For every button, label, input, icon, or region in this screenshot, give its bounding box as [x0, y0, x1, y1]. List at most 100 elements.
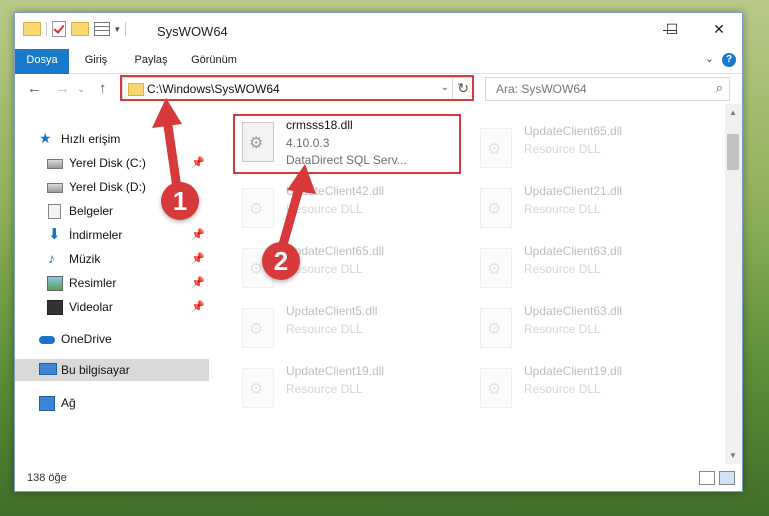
toolbar-separator: [124, 22, 126, 36]
scroll-up-icon[interactable]: ▲: [729, 108, 737, 117]
dll-file-icon: [480, 248, 512, 288]
title-bar: ▾ SysWOW64 — ☐ ✕: [15, 13, 742, 49]
file-item[interactable]: UpdateClient42.dll Resource DLL: [236, 178, 466, 234]
dll-file-icon: [242, 308, 274, 348]
file-item[interactable]: UpdateClient19.dll Resource DLL: [474, 358, 704, 414]
details-view-icon[interactable]: [699, 471, 715, 485]
file-name: UpdateClient42.dll: [286, 184, 385, 198]
file-item[interactable]: UpdateClient63.dll Resource DLL: [474, 238, 704, 294]
network-icon: [39, 396, 55, 411]
nav-onedrive-label: OneDrive: [61, 332, 112, 346]
file-name: UpdateClient5.dll: [286, 304, 378, 318]
tab-paylas[interactable]: Paylaş: [131, 49, 171, 72]
forward-button[interactable]: →: [55, 80, 70, 97]
nav-item-label: Müzik: [69, 252, 101, 266]
file-name: UpdateClient63.dll: [524, 244, 623, 258]
drive-icon: [47, 159, 63, 169]
file-description: Resource DLL: [524, 382, 601, 396]
search-input[interactable]: Ara: SysWOW64: [496, 82, 587, 96]
nav-item-music[interactable]: ♪ Müzik 📌: [15, 248, 209, 270]
nav-item-label: Resimler: [69, 276, 117, 290]
file-highlight-box: [233, 114, 461, 174]
nav-onedrive[interactable]: OneDrive: [15, 328, 209, 350]
drive-icon: [47, 183, 63, 193]
large-icons-view-icon[interactable]: [719, 471, 735, 485]
computer-icon: [39, 363, 57, 375]
status-bar: 138 öğe: [15, 465, 742, 491]
window-title: SysWOW64: [157, 24, 228, 39]
file-item[interactable]: UpdateClient21.dll Resource DLL: [474, 178, 704, 234]
nav-item-videos[interactable]: Videolar 📌: [15, 296, 209, 318]
pictures-icon: [47, 276, 63, 291]
search-icon[interactable]: ⌕: [716, 80, 723, 96]
address-highlight-box: [120, 75, 474, 101]
file-description: Resource DLL: [286, 382, 363, 396]
music-icon: ♪: [48, 250, 55, 266]
pin-icon[interactable]: 📌: [191, 156, 205, 169]
downloads-icon: ⬇: [48, 226, 61, 243]
item-count: 138 öğe: [27, 472, 67, 484]
navigation-pane: ★ Hızlı erişim Yerel Disk (C:) 📌 Yerel D…: [15, 104, 211, 464]
expand-ribbon-icon[interactable]: ⌄: [705, 52, 714, 65]
file-description: Resource DLL: [524, 262, 601, 276]
close-button[interactable]: ✕: [696, 13, 742, 45]
nav-quick-access[interactable]: ★ Hızlı erişim: [15, 128, 209, 150]
documents-icon: [48, 204, 61, 219]
file-item[interactable]: UpdateClient5.dll Resource DLL: [236, 298, 466, 354]
dll-file-icon: [242, 188, 274, 228]
file-description: Resource DLL: [524, 202, 601, 216]
customize-dropdown-icon[interactable]: ▾: [115, 24, 120, 35]
up-button[interactable]: ↑: [99, 80, 107, 97]
dll-file-icon: [480, 308, 512, 348]
nav-item-local-disk-c[interactable]: Yerel Disk (C:) 📌: [15, 152, 209, 174]
nav-quick-access-label: Hızlı erişim: [61, 132, 121, 146]
nav-network-label: Ağ: [61, 396, 76, 410]
dll-file-icon: [242, 368, 274, 408]
nav-this-pc[interactable]: Bu bilgisayar: [15, 359, 209, 381]
dll-file-icon: [480, 368, 512, 408]
pin-icon[interactable]: 📌: [191, 228, 205, 241]
properties-check-icon[interactable]: [52, 21, 66, 37]
scrollbar-thumb[interactable]: [727, 134, 739, 170]
search-box[interactable]: Ara: SysWOW64 ⌕: [485, 77, 730, 101]
pin-icon[interactable]: 📌: [191, 300, 205, 313]
file-description: Resource DLL: [286, 322, 363, 336]
file-description: Resource DLL: [524, 322, 601, 336]
ribbon-tabs: Dosya Giriş Paylaş Görünüm ⌄ ?: [15, 49, 742, 105]
tab-giris[interactable]: Giriş: [81, 49, 111, 72]
quick-access-toolbar: ▾: [23, 21, 126, 37]
address-row: ← → ⌄ ↑ C:\Windows\SysWOW64 ⌄ ↻ Ara: Sys…: [15, 74, 742, 104]
file-item[interactable]: UpdateClient65.dll Resource DLL: [474, 118, 704, 174]
file-description: Resource DLL: [524, 142, 601, 156]
file-name: UpdateClient21.dll: [524, 184, 623, 198]
dll-file-icon: [480, 128, 512, 168]
pin-icon[interactable]: 📌: [191, 252, 205, 265]
pin-icon[interactable]: 📌: [191, 276, 205, 289]
star-icon: ★: [39, 130, 52, 146]
dll-file-icon: [480, 188, 512, 228]
nav-item-downloads[interactable]: ⬇ İndirmeler 📌: [15, 224, 209, 246]
tab-gorunum[interactable]: Görünüm: [189, 49, 239, 72]
new-folder-icon[interactable]: [71, 22, 89, 36]
view-options-icon[interactable]: [94, 22, 110, 36]
scroll-down-icon[interactable]: ▼: [729, 451, 737, 460]
vertical-scrollbar[interactable]: ▲ ▼: [725, 104, 742, 464]
nav-this-pc-label: Bu bilgisayar: [61, 363, 130, 377]
file-description: Resource DLL: [286, 202, 363, 216]
recent-locations-icon[interactable]: ⌄: [77, 84, 85, 95]
file-name: UpdateClient65.dll: [524, 124, 623, 138]
back-button[interactable]: ←: [27, 80, 42, 97]
file-list: crmsss18.dll 4.10.0.3 DataDirect SQL Ser…: [212, 104, 725, 464]
file-item[interactable]: UpdateClient63.dll Resource DLL: [474, 298, 704, 354]
nav-network[interactable]: Ağ: [15, 392, 209, 414]
nav-item-label: Belgeler: [69, 204, 114, 218]
help-icon[interactable]: ?: [722, 53, 736, 67]
nav-item-pictures[interactable]: Resimler 📌: [15, 272, 209, 294]
file-name: UpdateClient63.dll: [524, 304, 623, 318]
folder-icon: [23, 22, 41, 36]
nav-item-label: Yerel Disk (C:): [69, 156, 146, 170]
file-name: UpdateClient65.dll: [286, 244, 385, 258]
maximize-button[interactable]: ☐: [649, 13, 695, 45]
file-name: UpdateClient19.dll: [524, 364, 623, 378]
file-item[interactable]: UpdateClient19.dll Resource DLL: [236, 358, 466, 414]
